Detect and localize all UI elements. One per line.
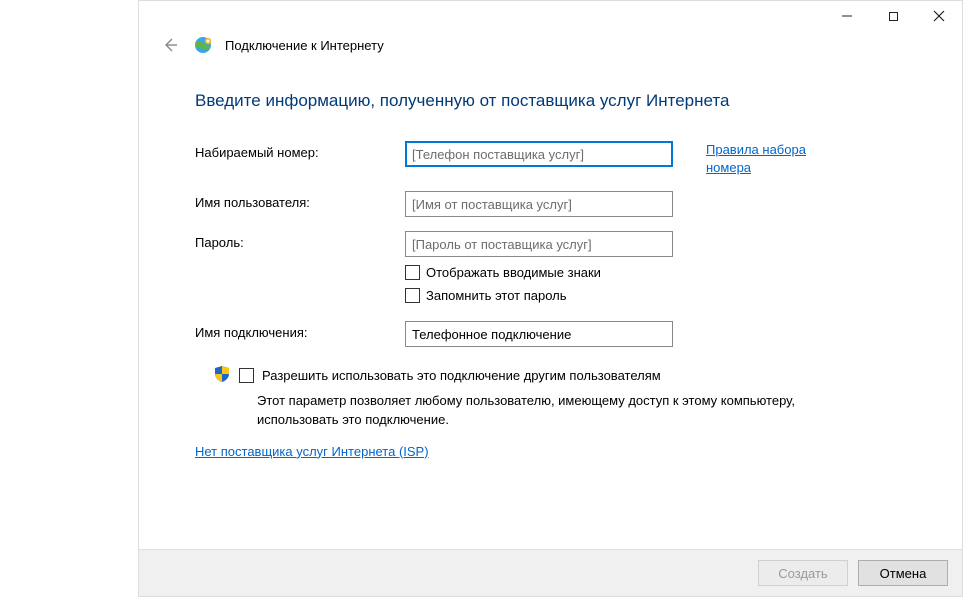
- show-chars-checkbox[interactable]: [405, 265, 420, 280]
- cancel-button[interactable]: Отмена: [858, 560, 948, 586]
- show-chars-row: Отображать вводимые знаки: [405, 265, 680, 280]
- show-chars-label: Отображать вводимые знаки: [426, 265, 601, 280]
- username-label: Имя пользователя:: [195, 191, 405, 210]
- password-row: Пароль: Отображать вводимые знаки Запомн…: [195, 231, 906, 303]
- window-controls: [824, 1, 962, 31]
- minimize-button[interactable]: [824, 1, 870, 31]
- main-heading: Введите информацию, полученную от постав…: [195, 91, 906, 111]
- remember-pw-checkbox[interactable]: [405, 288, 420, 303]
- remember-pw-row: Запомнить этот пароль: [405, 288, 680, 303]
- share-section: Разрешить использовать это подключение д…: [195, 365, 906, 428]
- dialing-rules-link[interactable]: Правила набора номера: [706, 141, 846, 177]
- create-button[interactable]: Создать: [758, 560, 848, 586]
- maximize-button[interactable]: [870, 1, 916, 31]
- no-isp-link[interactable]: Нет поставщика услуг Интернета (ISP): [195, 443, 429, 461]
- remember-pw-label: Запомнить этот пароль: [426, 288, 567, 303]
- titlebar: [139, 1, 962, 33]
- phone-row: Набираемый номер: Правила набора номера: [195, 141, 906, 177]
- close-button[interactable]: [916, 1, 962, 31]
- connname-input[interactable]: [405, 321, 673, 347]
- globe-icon: [193, 35, 213, 55]
- password-label: Пароль:: [195, 231, 405, 250]
- connname-row: Имя подключения:: [195, 321, 906, 347]
- username-row: Имя пользователя:: [195, 191, 906, 217]
- allow-others-checkbox[interactable]: [239, 368, 254, 383]
- header-row: Подключение к Интернету: [139, 33, 962, 63]
- allow-others-label: Разрешить использовать это подключение д…: [262, 368, 661, 383]
- allow-others-description: Этот параметр позволяет любому пользоват…: [257, 392, 817, 428]
- content-area: Введите информацию, полученную от постав…: [139, 63, 962, 549]
- shield-icon: [213, 365, 231, 386]
- dialog-window: Подключение к Интернету Введите информац…: [138, 0, 963, 597]
- username-input[interactable]: [405, 191, 673, 217]
- header-title: Подключение к Интернету: [225, 38, 384, 53]
- phone-label: Набираемый номер:: [195, 141, 405, 160]
- phone-input[interactable]: [405, 141, 673, 167]
- password-input[interactable]: [405, 231, 673, 257]
- back-button[interactable]: [159, 37, 181, 53]
- button-bar: Создать Отмена: [139, 549, 962, 596]
- connname-label: Имя подключения:: [195, 321, 405, 340]
